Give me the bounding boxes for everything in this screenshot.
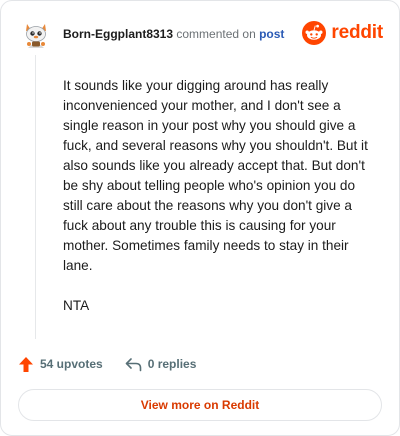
comment-actions: 54 upvotes 0 replies: [18, 354, 196, 374]
upvote-button[interactable]: 54 upvotes: [18, 356, 103, 373]
user-avatar[interactable]: [19, 17, 53, 51]
thread-line: [35, 55, 36, 339]
comment-paragraph: It sounds like your digging around has r…: [63, 78, 368, 273]
comment-paragraph: NTA: [63, 298, 90, 313]
reddit-logo[interactable]: reddit: [302, 21, 383, 45]
upvote-arrow-icon: [19, 356, 33, 372]
view-more-button[interactable]: View more on Reddit: [18, 389, 382, 421]
snoo-avatar-icon: [19, 17, 53, 51]
comment-embed-card: Born-Eggplant8313 commented on post redd…: [0, 0, 400, 436]
username[interactable]: Born-Eggplant8313: [63, 27, 173, 41]
comment-body: It sounds like your digging around has r…: [63, 76, 375, 336]
replies-button[interactable]: 0 replies: [125, 357, 197, 372]
upvote-count: 54 upvotes: [40, 357, 103, 371]
reddit-snoo-icon: [302, 21, 327, 45]
reddit-wordmark: reddit: [331, 22, 383, 43]
commented-on-text: commented on: [176, 27, 256, 41]
reply-count: 0 replies: [147, 357, 197, 371]
post-link[interactable]: post: [259, 27, 284, 41]
reply-arrow-icon: [125, 357, 142, 371]
comment-header: Born-Eggplant8313 commented on post: [63, 26, 284, 42]
